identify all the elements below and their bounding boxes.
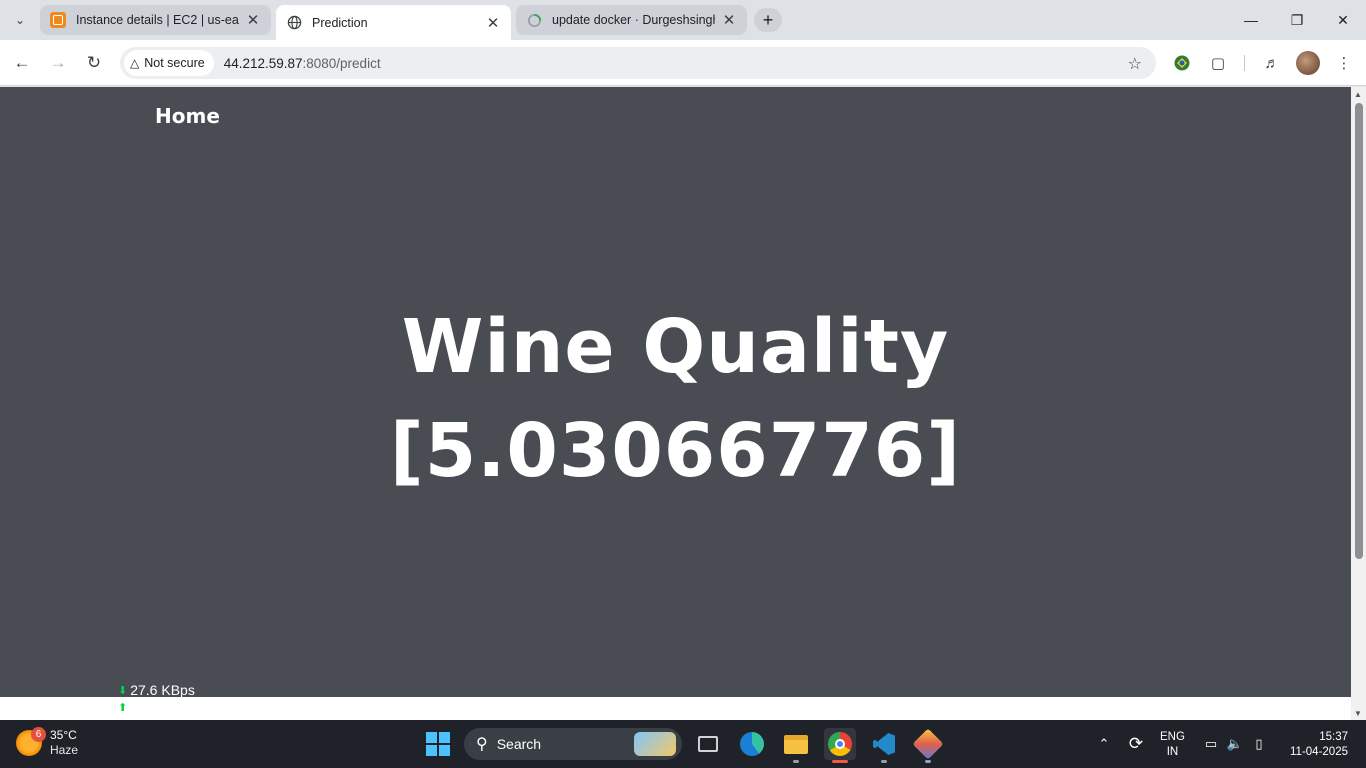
close-icon[interactable]: ✕ — [245, 12, 261, 29]
tab-ec2-instance[interactable]: Instance details | EC2 | us-east-1 ✕ — [40, 5, 271, 35]
forward-arrow-icon[interactable]: → — [44, 49, 72, 77]
notification-badge: 6 — [31, 727, 46, 742]
extensions-puzzle-icon[interactable]: ▢ — [1206, 51, 1230, 75]
scroll-down-arrow-icon[interactable]: ▼ — [1354, 709, 1362, 718]
security-label: Not secure — [144, 56, 205, 70]
toolbar-divider — [1244, 55, 1245, 71]
file-explorer-icon[interactable] — [780, 728, 812, 763]
url-host: 44.212.59.87 — [223, 55, 303, 71]
volume-icon[interactable]: 🔈 — [1224, 720, 1246, 768]
browser-toolbar: ← → ↻ △ Not secure 44.212.59.87:8080/pre… — [0, 40, 1366, 86]
tab-title: Instance details | EC2 | us-east-1 — [76, 13, 239, 27]
minimize-icon[interactable]: — — [1228, 0, 1274, 40]
page-bottom-area: ⬆ — [0, 697, 1351, 720]
language-code: ENG — [1160, 731, 1185, 743]
tab-title: Prediction — [312, 15, 368, 30]
search-label: Search — [496, 736, 542, 752]
new-tab-plus-icon[interactable]: + — [754, 8, 782, 32]
scroll-up-arrow-icon[interactable]: ▲ — [1354, 90, 1362, 99]
weather-haze-icon: 6 — [16, 727, 46, 756]
battery-icon[interactable]: ▯ — [1248, 720, 1270, 768]
search-highlight-image — [634, 732, 676, 756]
address-bar[interactable]: △ Not secure 44.212.59.87:8080/predict ☆ — [120, 47, 1156, 79]
net-speed-value: 27.6 KBps — [130, 682, 195, 698]
close-icon[interactable]: ✕ — [721, 12, 737, 29]
extension-vpn-icon[interactable] — [1170, 51, 1194, 75]
show-hidden-icons-chevron-icon[interactable]: ⌃ — [1092, 720, 1116, 768]
task-view-icon[interactable] — [692, 728, 724, 760]
reload-icon[interactable]: ↻ — [80, 49, 108, 77]
taskbar-search-box[interactable]: ⚲ Search — [464, 728, 682, 760]
git-client-icon[interactable] — [912, 728, 944, 763]
weather-widget[interactable]: 6 35°C Haze — [16, 727, 79, 758]
system-clock[interactable]: 15:37 11-04-2025 — [1282, 730, 1348, 760]
weather-temperature: 35°C — [50, 728, 77, 742]
warning-triangle-icon: △ — [130, 56, 140, 70]
home-link[interactable]: Home — [155, 104, 220, 128]
close-icon[interactable]: ✕ — [485, 15, 501, 32]
windows-taskbar: 6 35°C Haze ⚲ Search ⌃ ⟳ ENG IN ▭ 🔈 ▯ 15… — [0, 720, 1366, 768]
result-heading: Wine Quality — [401, 304, 950, 390]
sync-icon[interactable]: ⟳ — [1124, 720, 1148, 768]
clock-date: 11-04-2025 — [1290, 746, 1348, 758]
upload-arrow-icon: ⬆ — [118, 702, 128, 714]
restore-icon[interactable]: ❐ — [1274, 0, 1320, 40]
network-icon[interactable]: ▭ — [1200, 720, 1222, 768]
edge-browser-icon[interactable] — [736, 728, 768, 760]
media-control-icon[interactable]: ♬ — [1260, 51, 1284, 75]
result-value: [5.03066776] — [389, 408, 962, 494]
tab-title: update docker · Durgeshsingh1 — [552, 13, 715, 27]
net-speed-overlay: ⬇ 27.6 KBps — [118, 682, 195, 698]
url-path: :8080/predict — [302, 55, 381, 71]
github-loading-icon — [526, 12, 542, 28]
prediction-result: Wine Quality [5.03066776] — [0, 295, 1351, 503]
clock-time: 15:37 — [1319, 731, 1348, 743]
input-language-indicator[interactable]: ENG IN — [1160, 730, 1185, 760]
web-page-content: Home Wine Quality [5.03066776] ⬇ 27.6 KB… — [0, 87, 1351, 698]
chrome-browser-icon[interactable] — [824, 728, 856, 763]
scrollbar-thumb[interactable] — [1355, 103, 1363, 559]
tab-search-chevron-icon[interactable]: ⌄ — [8, 8, 32, 32]
aws-ec2-icon — [50, 12, 66, 28]
globe-icon — [286, 15, 302, 31]
url-text[interactable]: 44.212.59.87:8080/predict — [224, 56, 381, 71]
tab-github-update-docker[interactable]: update docker · Durgeshsingh1 ✕ — [516, 5, 747, 35]
window-close-icon[interactable]: ✕ — [1320, 0, 1366, 40]
windows-start-icon[interactable] — [426, 732, 450, 756]
bookmark-star-icon[interactable]: ☆ — [1128, 54, 1142, 74]
tab-prediction-active[interactable]: Prediction ✕ — [276, 5, 511, 40]
site-info-button[interactable]: △ Not secure — [124, 50, 214, 76]
vertical-scrollbar[interactable]: ▲ ▼ — [1351, 87, 1366, 720]
vscode-icon[interactable] — [868, 728, 900, 763]
download-arrow-icon: ⬇ — [118, 684, 128, 697]
menu-kebab-icon[interactable]: ⋮ — [1332, 51, 1356, 75]
search-icon: ⚲ — [476, 736, 488, 753]
language-region: IN — [1166, 746, 1179, 758]
browser-tab-strip: ⌄ Instance details | EC2 | us-east-1 ✕ P… — [0, 0, 1366, 40]
profile-avatar[interactable] — [1296, 51, 1320, 75]
weather-condition: Haze — [50, 743, 79, 757]
back-arrow-icon[interactable]: ← — [8, 49, 36, 77]
